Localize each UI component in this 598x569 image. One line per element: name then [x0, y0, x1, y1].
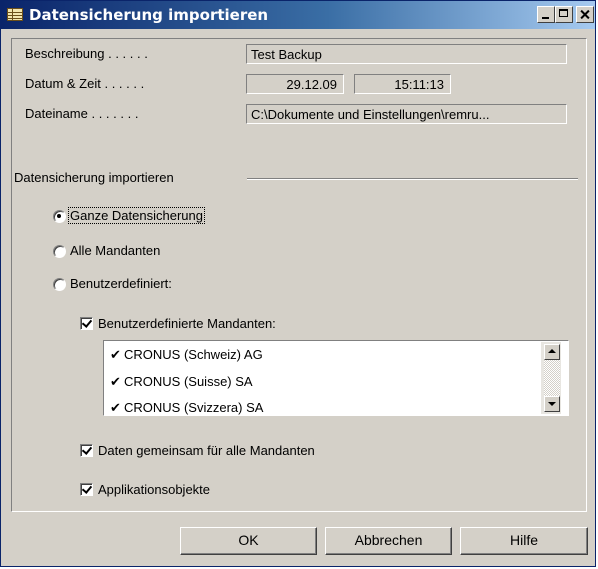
import-group-label: Datensicherung importieren [14, 170, 174, 185]
beschreibung-label: Beschreibung . . . . . . [25, 46, 148, 61]
dateiname-label: Dateiname . . . . . . . [25, 106, 139, 121]
shared-data-checkbox[interactable] [80, 444, 93, 457]
radio-button-ganze[interactable] [53, 210, 66, 223]
close-button[interactable] [576, 6, 594, 23]
scroll-down-icon[interactable] [544, 396, 560, 412]
minimize-button[interactable] [537, 6, 555, 23]
app-objects-label[interactable]: Applikationsobjekte [98, 482, 210, 497]
scrollbar-track[interactable] [544, 360, 560, 396]
company-item[interactable]: ✔ CRONUS (Svizzera) SA [110, 400, 263, 416]
zeit-field[interactable]: 15:11:13 [354, 74, 451, 94]
datum-zeit-label: Datum & Zeit . . . . . . [25, 76, 145, 91]
maximize-button[interactable] [555, 6, 573, 23]
title-bar[interactable]: Datensicherung importieren [1, 1, 595, 29]
radio-button-alle[interactable] [53, 245, 66, 258]
window-title: Datensicherung importieren [29, 6, 269, 24]
company-name: CRONUS (Suisse) SA [124, 374, 253, 389]
radio-label-benutzer[interactable]: Benutzerdefiniert: [70, 276, 172, 291]
shared-data-label[interactable]: Daten gemeinsam für alle Mandanten [98, 443, 315, 458]
check-icon: ✔ [110, 401, 121, 416]
company-name: CRONUS (Schweiz) AG [124, 347, 263, 362]
check-icon: ✔ [110, 375, 121, 390]
group-divider [247, 178, 578, 180]
custom-companies-label[interactable]: Benutzerdefinierte Mandanten: [98, 316, 276, 331]
app-objects-checkbox[interactable] [80, 483, 93, 496]
table-icon [7, 8, 23, 21]
dateiname-field[interactable]: C:\Dokumente und Einstellungen\remru... [246, 104, 567, 124]
datum-field[interactable]: 29.12.09 [246, 74, 344, 94]
company-item[interactable]: ✔ CRONUS (Suisse) SA [110, 374, 253, 390]
scroll-up-icon[interactable] [544, 344, 560, 360]
check-icon: ✔ [110, 348, 121, 363]
radio-label-ganze[interactable]: Ganze Datensicherung [68, 207, 205, 224]
help-button[interactable]: Hilfe [460, 527, 588, 555]
radio-label-alle[interactable]: Alle Mandanten [70, 243, 160, 258]
company-name: CRONUS (Svizzera) SA [124, 400, 264, 415]
cancel-button[interactable]: Abbrechen [325, 527, 452, 555]
beschreibung-field[interactable]: Test Backup [246, 44, 567, 64]
company-item[interactable]: ✔ CRONUS (Schweiz) AG [110, 347, 263, 363]
custom-companies-checkbox[interactable] [80, 317, 93, 330]
import-backup-dialog: Datensicherung importieren Beschreibung … [0, 0, 596, 567]
ok-button[interactable]: OK [180, 527, 317, 555]
radio-button-benutzer[interactable] [53, 278, 66, 291]
